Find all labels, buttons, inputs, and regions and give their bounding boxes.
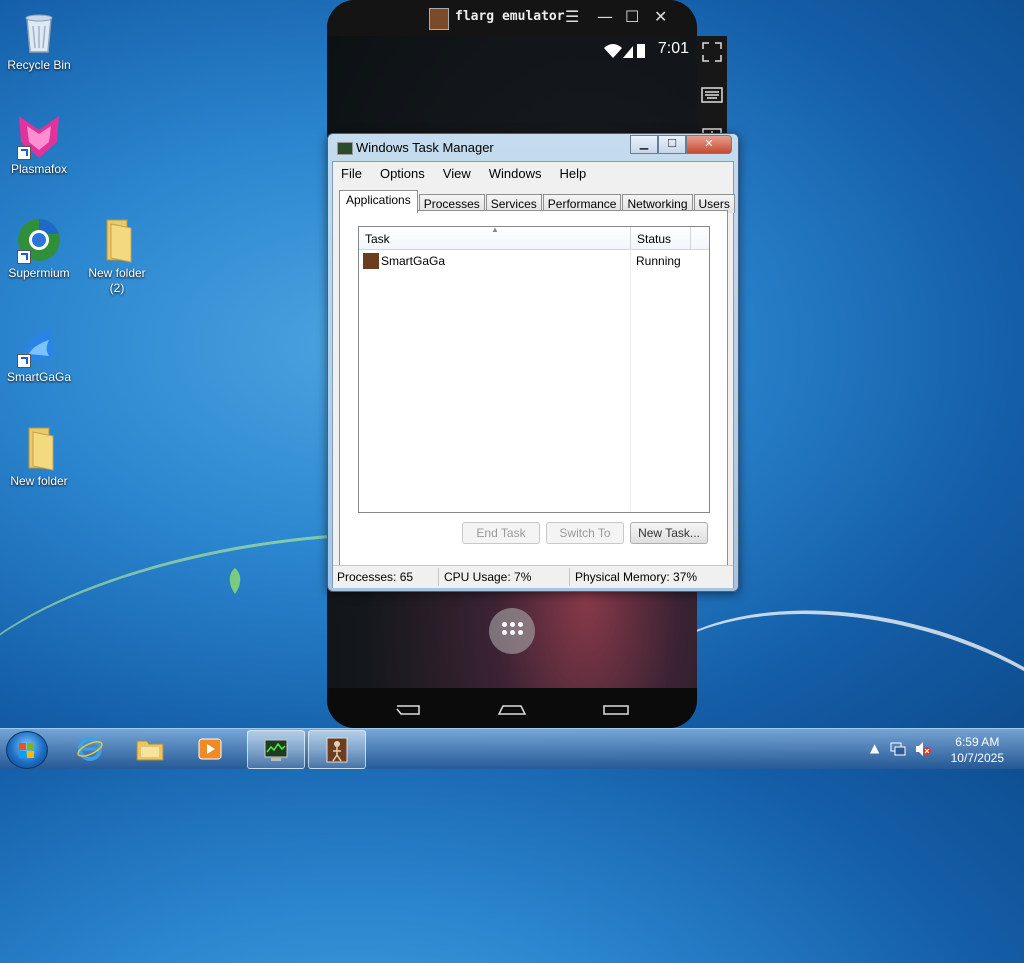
menu-windows[interactable]: Windows <box>480 164 551 184</box>
internet-explorer-icon <box>77 737 103 761</box>
desktop-icon-new-folder[interactable]: New folder <box>2 424 76 489</box>
shortcut-arrow-icon <box>17 250 31 264</box>
android-nav-bar <box>327 688 697 728</box>
physical-memory: Physical Memory: 37% <box>575 570 698 584</box>
switch-to-button[interactable]: Switch To <box>546 522 624 544</box>
recents-icon[interactable] <box>602 702 630 716</box>
taskbar-flarg-emulator[interactable] <box>308 730 366 769</box>
emulator-app-icon <box>326 737 348 763</box>
status-bar: Processes: 65 CPU Usage: 7% Physical Mem… <box>333 565 733 588</box>
window-title: Windows Task Manager <box>356 140 494 155</box>
folder-icon <box>15 424 63 472</box>
menu-help[interactable]: Help <box>550 164 595 184</box>
show-hidden-icons[interactable]: ▲ <box>870 741 879 755</box>
status-time: 7:01 <box>657 40 689 57</box>
taskbar: ▲ 6:59 AM 10/7/2025 <box>0 728 1024 769</box>
desktop-icon-label: Supermium <box>8 266 70 280</box>
column-header-task[interactable]: Task <box>365 232 390 246</box>
clock-date: 10/7/2025 <box>950 751 1004 765</box>
app-icon <box>363 253 379 269</box>
shortcut-arrow-icon <box>17 146 31 160</box>
emulator-title: flarg emulator <box>455 9 565 24</box>
back-icon[interactable] <box>395 702 423 716</box>
clock-time: 6:59 AM <box>955 735 1000 749</box>
minimize-button[interactable]: ▁ <box>630 135 658 154</box>
tab-applications[interactable]: Applications <box>339 190 418 213</box>
sort-arrow-icon: ▲ <box>491 225 499 234</box>
plasmafox-icon <box>15 112 63 160</box>
desktop-icon-label: New folder (2) <box>88 266 146 295</box>
status-icons <box>604 44 645 58</box>
cpu-usage: CPU Usage: 7% <box>444 570 532 584</box>
emulator-app-icon <box>429 8 449 30</box>
window-controls: ▁ ☐ ✕ <box>630 135 732 154</box>
supermium-icon <box>15 216 63 264</box>
system-clock[interactable]: 6:59 AM 10/7/2025 <box>951 734 1004 766</box>
taskbar-task-manager[interactable] <box>247 730 305 769</box>
maximize-button[interactable]: ☐ <box>658 135 686 154</box>
desktop-icon-supermium[interactable]: Supermium <box>2 216 76 281</box>
task-name: SmartGaGa <box>381 254 446 268</box>
list-header: ▲ Task Status <box>359 225 709 250</box>
shortcut-arrow-icon <box>17 354 31 368</box>
media-player-icon <box>198 738 222 760</box>
applications-panel: ▲ Task Status SmartGaGa Running End Task… <box>339 210 728 582</box>
menu-bar: File Options View Windows Help <box>333 164 595 184</box>
window-body: File Options View Windows Help Applicati… <box>332 161 735 588</box>
task-manager-icon <box>264 739 288 761</box>
start-button[interactable] <box>6 731 48 769</box>
emulator-titlebar[interactable]: flarg emulator ☰ — ☐ ✕ <box>327 0 697 36</box>
end-task-button[interactable]: End Task <box>462 522 540 544</box>
processes-count: Processes: 65 <box>337 570 414 584</box>
desktop-icon-new-folder-2[interactable]: New folder (2) <box>80 216 154 296</box>
taskbar-explorer[interactable] <box>122 730 178 767</box>
menu-options[interactable]: Options <box>371 164 434 184</box>
menu-icon[interactable]: ☰ <box>565 8 579 26</box>
desktop-icon-label: New folder <box>10 474 68 488</box>
app-drawer-button[interactable] <box>489 608 535 654</box>
home-icon[interactable] <box>497 702 527 716</box>
minimize-icon[interactable]: — <box>597 8 613 26</box>
fullscreen-icon[interactable] <box>700 40 724 64</box>
recycle-bin-icon <box>15 8 63 56</box>
desktop-icon-recycle-bin[interactable]: Recycle Bin <box>2 8 76 73</box>
menu-view[interactable]: View <box>434 164 480 184</box>
desktop-icon-label: SmartGaGa <box>6 370 72 384</box>
smartgaga-icon <box>15 320 63 368</box>
new-task-button[interactable]: New Task... <box>630 522 708 544</box>
taskbar-media-player[interactable] <box>182 730 238 767</box>
volume-muted-icon[interactable] <box>914 741 932 757</box>
menu-file[interactable]: File <box>333 164 371 184</box>
desktop-icon-label: Plasmafox <box>10 162 68 176</box>
network-icon[interactable] <box>890 741 906 757</box>
task-manager-window[interactable]: Windows Task Manager ▁ ☐ ✕ File Options … <box>327 133 739 592</box>
folder-icon <box>93 216 141 264</box>
column-header-status[interactable]: Status <box>637 232 671 246</box>
task-manager-icon <box>337 142 353 155</box>
taskbar-internet-explorer[interactable] <box>62 730 118 767</box>
wallpaper-logo <box>229 568 241 594</box>
task-status: Running <box>636 254 681 268</box>
close-button[interactable]: ✕ <box>686 135 732 154</box>
desktop-icon-smartgaga[interactable]: SmartGaGa <box>2 320 76 385</box>
desktop-icon-label: Recycle Bin <box>7 58 71 72</box>
desktop-icon-plasmafox[interactable]: Plasmafox <box>2 112 76 177</box>
close-icon[interactable]: ✕ <box>654 8 667 26</box>
table-row[interactable]: SmartGaGa Running <box>359 251 709 271</box>
task-list[interactable]: ▲ Task Status SmartGaGa Running <box>358 225 710 513</box>
maximize-icon[interactable]: ☐ <box>625 8 639 26</box>
folder-icon <box>136 740 164 761</box>
keyboard-icon[interactable] <box>700 83 724 107</box>
